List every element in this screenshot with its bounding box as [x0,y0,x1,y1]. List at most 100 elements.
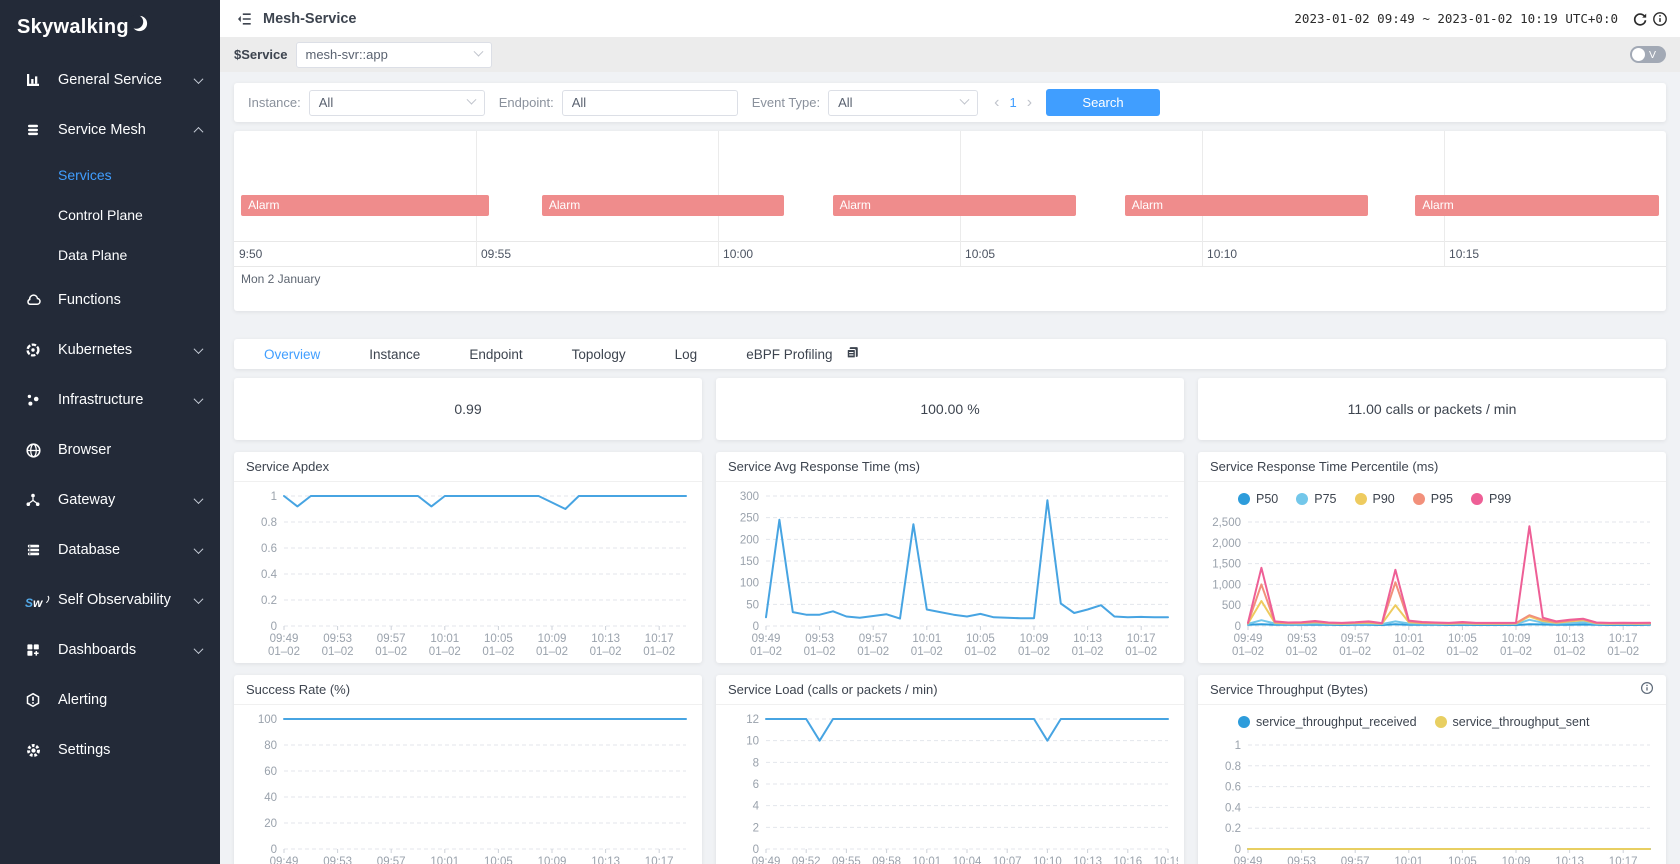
event-type-select[interactable]: All [828,90,978,116]
alarm-event-bar[interactable]: Alarm [1415,195,1658,216]
tab-label: Topology [572,347,626,362]
sidebar-subitem-data-plane[interactable]: Data Plane [0,235,220,275]
event-type-select-value: All [838,95,852,110]
svg-text:300: 300 [740,491,759,503]
sidebar-item-kubernetes[interactable]: Kubernetes [0,325,220,375]
prev-page-icon[interactable]: ‹ [994,94,999,112]
svg-text:10:09: 10:09 [1502,856,1531,864]
svg-text:10:17: 10:17 [1127,633,1156,645]
svg-text:50: 50 [746,599,759,611]
sidebar-item-label: Alerting [58,692,202,708]
chart-svg: 05001,0001,5002,0002,50009:4901–0209:530… [1204,512,1660,658]
legend-item-p50[interactable]: P50 [1238,492,1278,506]
sidebar-item-alerting[interactable]: Alerting [0,675,220,725]
tab-overview[interactable]: Overview [264,347,320,362]
timeline-tick-label: 10:05 [965,247,995,261]
sidebar-item-label: Settings [58,742,202,758]
svg-text:6: 6 [753,779,759,791]
svg-text:09:53: 09:53 [323,633,352,645]
svg-text:10:05: 10:05 [1448,633,1477,645]
alarm-event-bar[interactable]: Alarm [833,195,1076,216]
svg-text:01–02: 01–02 [1286,646,1318,658]
svg-text:01–02: 01–02 [375,646,407,658]
sidebar-subitem-control-plane[interactable]: Control Plane [0,195,220,235]
info-icon[interactable] [1640,681,1654,698]
layers-icon [25,122,45,138]
svg-text:09:53: 09:53 [1287,856,1316,864]
collapse-sidebar-icon[interactable] [236,11,253,27]
sidebar-item-general-service[interactable]: General Service [0,55,220,105]
time-range-picker[interactable]: 2023-01-02 09:49 ~ 2023-01-02 10:19 UTC+… [1294,11,1618,26]
chart-title: Service Avg Response Time (ms) [728,459,920,474]
copy-icon[interactable] [845,345,860,363]
sidebar-item-functions[interactable]: Functions [0,275,220,325]
tab-endpoint[interactable]: Endpoint [469,347,522,362]
svg-text:01–02: 01–02 [1500,646,1532,658]
svg-text:0: 0 [753,621,759,633]
tab-label: Endpoint [469,347,522,362]
tab-topology[interactable]: Topology [572,347,626,362]
app-logo[interactable]: Skywalking [0,0,220,55]
tab-instance[interactable]: Instance [369,347,420,362]
chart-title: Service Apdex [246,459,329,474]
alarm-event-bar[interactable]: Alarm [1125,195,1368,216]
sidebar-item-settings[interactable]: Settings [0,725,220,775]
legend-item-service_throughput_received[interactable]: service_throughput_received [1238,715,1417,729]
svg-text:09:53: 09:53 [323,856,352,864]
chart-card-header: Service Avg Response Time (ms) [716,452,1184,482]
legend-item-p95[interactable]: P95 [1413,492,1453,506]
svg-text:10: 10 [746,736,759,748]
tab-ebpf-profiling[interactable]: eBPF Profiling [746,345,860,363]
svg-text:0.2: 0.2 [1225,823,1241,835]
svg-text:60: 60 [264,766,277,778]
svg-text:10:09: 10:09 [1020,633,1049,645]
service-select[interactable]: mesh-svr::app [296,42,492,68]
sidebar-item-dashboards[interactable]: Dashboards [0,625,220,675]
legend-item-service_throughput_sent[interactable]: service_throughput_sent [1435,715,1590,729]
chevron-down-icon [466,95,476,105]
metric-value: 100.00 [920,401,963,417]
view-toggle[interactable]: V [1630,46,1666,63]
alarm-event-bar[interactable]: Alarm [241,195,489,216]
next-page-icon[interactable]: › [1027,94,1032,112]
svg-text:01–02: 01–02 [1125,646,1157,658]
sidebar-item-infrastructure[interactable]: Infrastructure [0,375,220,425]
instance-select[interactable]: All [309,90,485,116]
legend-item-p75[interactable]: P75 [1296,492,1336,506]
legend-item-p99[interactable]: P99 [1471,492,1511,506]
endpoint-input[interactable] [562,90,738,116]
svg-text:500: 500 [1222,600,1241,612]
sidebar-item-self-observability[interactable]: Sw﹚Self Observability [0,575,220,625]
svg-text:0.4: 0.4 [261,569,278,581]
svg-text:4: 4 [753,801,760,813]
chart-card-header: Service Apdex [234,452,702,482]
refresh-icon[interactable] [1632,11,1648,27]
chart-svg: 05010015020025030009:4901–0209:5301–0209… [722,486,1178,658]
svg-text:10:13: 10:13 [1073,633,1102,645]
info-icon[interactable] [1652,11,1668,27]
app-logo-text: Skywalking [17,16,129,39]
chart-card-header: Service Throughput (Bytes) [1198,675,1666,705]
svg-text:09:53: 09:53 [1287,633,1316,645]
svg-text:09:49: 09:49 [270,633,299,645]
legend-label: service_throughput_sent [1453,715,1590,729]
sidebar-item-gateway[interactable]: Gateway [0,475,220,525]
svg-text:01–02: 01–02 [1018,646,1050,658]
legend-dot [1413,493,1425,505]
sidebar-item-database[interactable]: Database [0,525,220,575]
sidebar-item-service-mesh[interactable]: Service Mesh [0,105,220,155]
tab-log[interactable]: Log [675,347,698,362]
search-button[interactable]: Search [1046,89,1160,116]
cloud-icon [25,292,45,308]
page-number[interactable]: 1 [1009,95,1016,110]
svg-text:09:57: 09:57 [1341,633,1370,645]
chart-svg: 00.20.40.60.8109:4901–0209:5301–0209:570… [1204,735,1660,864]
legend-item-p90[interactable]: P90 [1355,492,1395,506]
legend-dot [1296,493,1308,505]
alarm-event-bar[interactable]: Alarm [542,195,784,216]
sidebar-item-browser[interactable]: Browser [0,425,220,475]
timeline-tick-label: 10:10 [1207,247,1237,261]
globe-icon [25,442,45,458]
chart-plot-area: service_throughput_received service_throu… [1198,705,1666,864]
sidebar-subitem-services[interactable]: Services [0,155,220,195]
